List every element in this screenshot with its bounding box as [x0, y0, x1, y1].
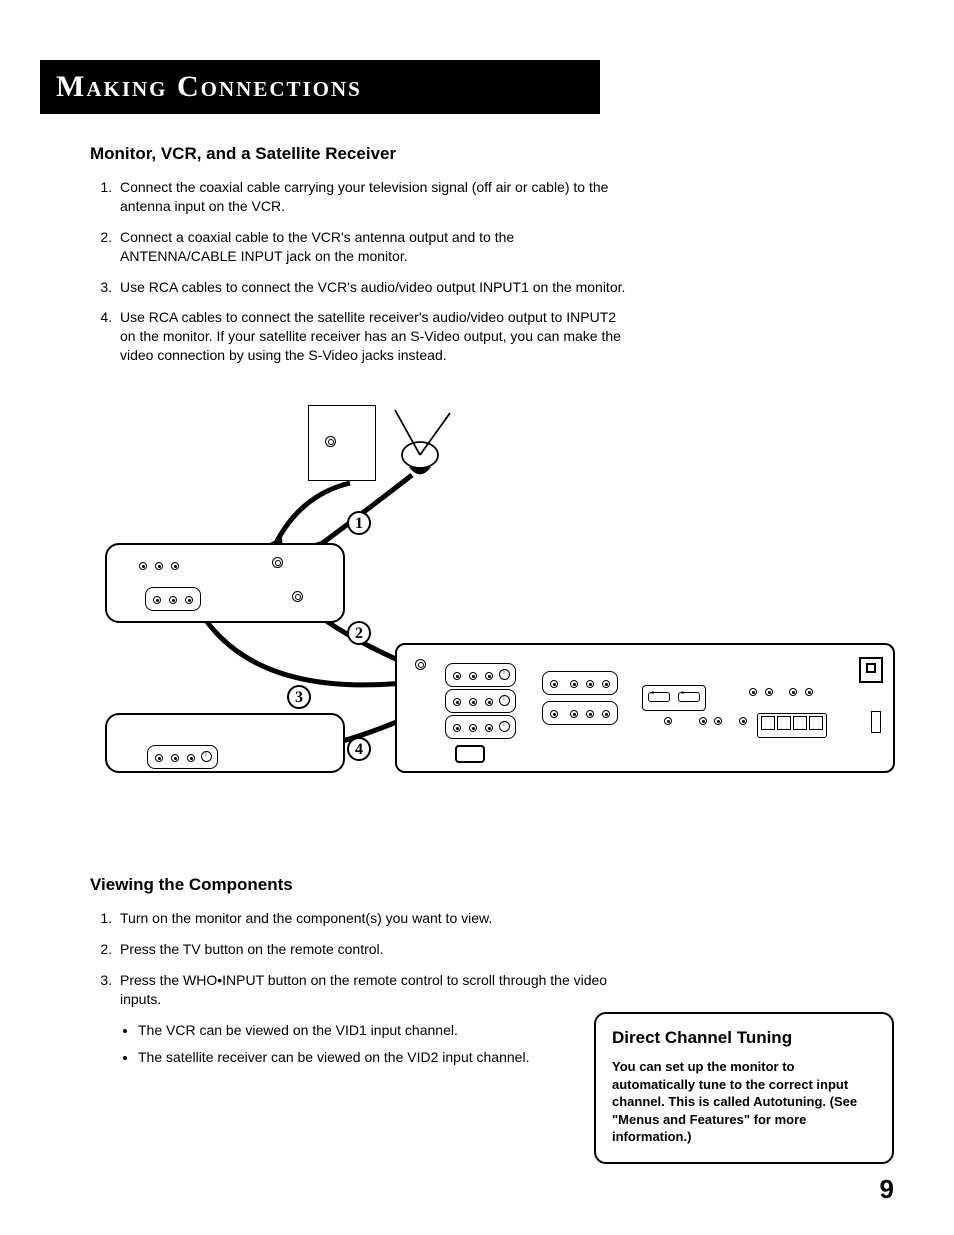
- monitor-vga-group: [642, 685, 706, 711]
- connection-diagram: 1 2 3 4: [50, 405, 900, 825]
- svideo-jack: [499, 695, 510, 706]
- rca-jack: [586, 710, 594, 718]
- diagram-label-3: 3: [287, 685, 311, 709]
- audio-jack: [714, 717, 722, 725]
- chapter-title-bar: Making Connections: [40, 60, 600, 114]
- rca-jack: [485, 672, 493, 680]
- audio-jack: [789, 688, 797, 696]
- rca-jack: [602, 710, 610, 718]
- vcr-rca-jack: [171, 562, 179, 570]
- bullet-vcr: The VCR can be viewed on the VID1 input …: [138, 1021, 610, 1041]
- rca-jack: [469, 724, 477, 732]
- rca-jack: [485, 724, 493, 732]
- sidebar-heading: Direct Channel Tuning: [612, 1028, 876, 1048]
- section1-steps: Connect the coaxial cable carrying your …: [90, 178, 630, 365]
- direct-channel-tuning-box: Direct Channel Tuning You can set up the…: [594, 1012, 894, 1164]
- monitor-antenna-input: [415, 659, 426, 670]
- monitor-component-2: [542, 701, 618, 725]
- bullet-satellite: The satellite receiver can be viewed on …: [138, 1048, 610, 1068]
- audio-jack: [765, 688, 773, 696]
- rca-jack: [453, 698, 461, 706]
- satellite-receiver-device: [105, 713, 345, 773]
- audio-jack: [664, 717, 672, 725]
- vga-port: [678, 692, 700, 702]
- svideo-jack: [499, 669, 510, 680]
- monitor-slot: [871, 711, 881, 733]
- sat-rca-jack: [155, 754, 163, 762]
- rca-jack: [570, 710, 578, 718]
- vcr-rca-jack: [139, 562, 147, 570]
- vcr-rca-jack: [153, 596, 161, 604]
- step-4: Use RCA cables to connect the satellite …: [116, 308, 630, 365]
- rca-jack: [602, 680, 610, 688]
- vcr-coax-out: [292, 591, 303, 602]
- terminal: [809, 716, 823, 730]
- monitor-speaker-terminals: [757, 713, 827, 738]
- monitor-circuit-icon: [859, 657, 883, 683]
- rca-jack: [570, 680, 578, 688]
- sat-rca-group: [147, 745, 218, 769]
- step-2: Connect a coaxial cable to the VCR's ant…: [116, 228, 630, 266]
- rca-jack: [485, 698, 493, 706]
- rca-jack: [453, 724, 461, 732]
- monitor-input2: [445, 689, 516, 713]
- monitor-back-panel: [395, 643, 895, 773]
- vcr-rca-jack: [155, 562, 163, 570]
- monitor-input1: [445, 663, 516, 687]
- diagram-label-4: 4: [347, 737, 371, 761]
- diagram-label-1: 1: [347, 511, 371, 535]
- chapter-title: Making Connections: [56, 70, 362, 103]
- sat-rca-jack: [187, 754, 195, 762]
- step-1: Connect the coaxial cable carrying your …: [116, 178, 630, 216]
- vcr-rca-out-group: [145, 587, 201, 611]
- section2-heading: Viewing the Components: [90, 875, 610, 895]
- audio-jack: [699, 717, 707, 725]
- sidebar-body: You can set up the monitor to automatica…: [612, 1058, 876, 1146]
- vga-port: [648, 692, 670, 702]
- monitor-power-socket: [455, 745, 485, 763]
- rca-jack: [469, 698, 477, 706]
- vcr-device: [105, 543, 345, 623]
- step-3: Use RCA cables to connect the VCR's audi…: [116, 278, 630, 297]
- terminal: [793, 716, 807, 730]
- view-step-2: Press the TV button on the remote contro…: [116, 940, 610, 959]
- view-step-3: Press the WHO•INPUT button on the remote…: [116, 971, 610, 1009]
- rca-jack: [550, 710, 558, 718]
- view-step-1: Turn on the monitor and the component(s)…: [116, 909, 610, 928]
- audio-jack: [749, 688, 757, 696]
- rca-jack: [550, 680, 558, 688]
- terminal: [761, 716, 775, 730]
- rca-jack: [586, 680, 594, 688]
- rca-jack: [453, 672, 461, 680]
- sat-svideo-jack: [201, 751, 212, 762]
- diagram-label-2: 2: [347, 621, 371, 645]
- section2-steps: Turn on the monitor and the component(s)…: [90, 909, 610, 1009]
- audio-jack: [805, 688, 813, 696]
- vcr-rca-jack: [185, 596, 193, 604]
- sat-rca-jack: [171, 754, 179, 762]
- monitor-input3: [445, 715, 516, 739]
- terminal: [777, 716, 791, 730]
- section2-bullets: The VCR can be viewed on the VID1 input …: [90, 1021, 610, 1068]
- page-number: 9: [880, 1174, 894, 1205]
- svideo-jack: [499, 721, 510, 732]
- section1-heading: Monitor, VCR, and a Satellite Receiver: [90, 144, 630, 164]
- rca-jack: [469, 672, 477, 680]
- monitor-component-1: [542, 671, 618, 695]
- vcr-coax-in: [272, 557, 283, 568]
- vcr-rca-jack: [169, 596, 177, 604]
- section-viewing-components: Viewing the Components Turn on the monit…: [50, 875, 610, 1068]
- audio-jack: [739, 717, 747, 725]
- section-monitor-vcr-satellite: Monitor, VCR, and a Satellite Receiver C…: [50, 144, 630, 365]
